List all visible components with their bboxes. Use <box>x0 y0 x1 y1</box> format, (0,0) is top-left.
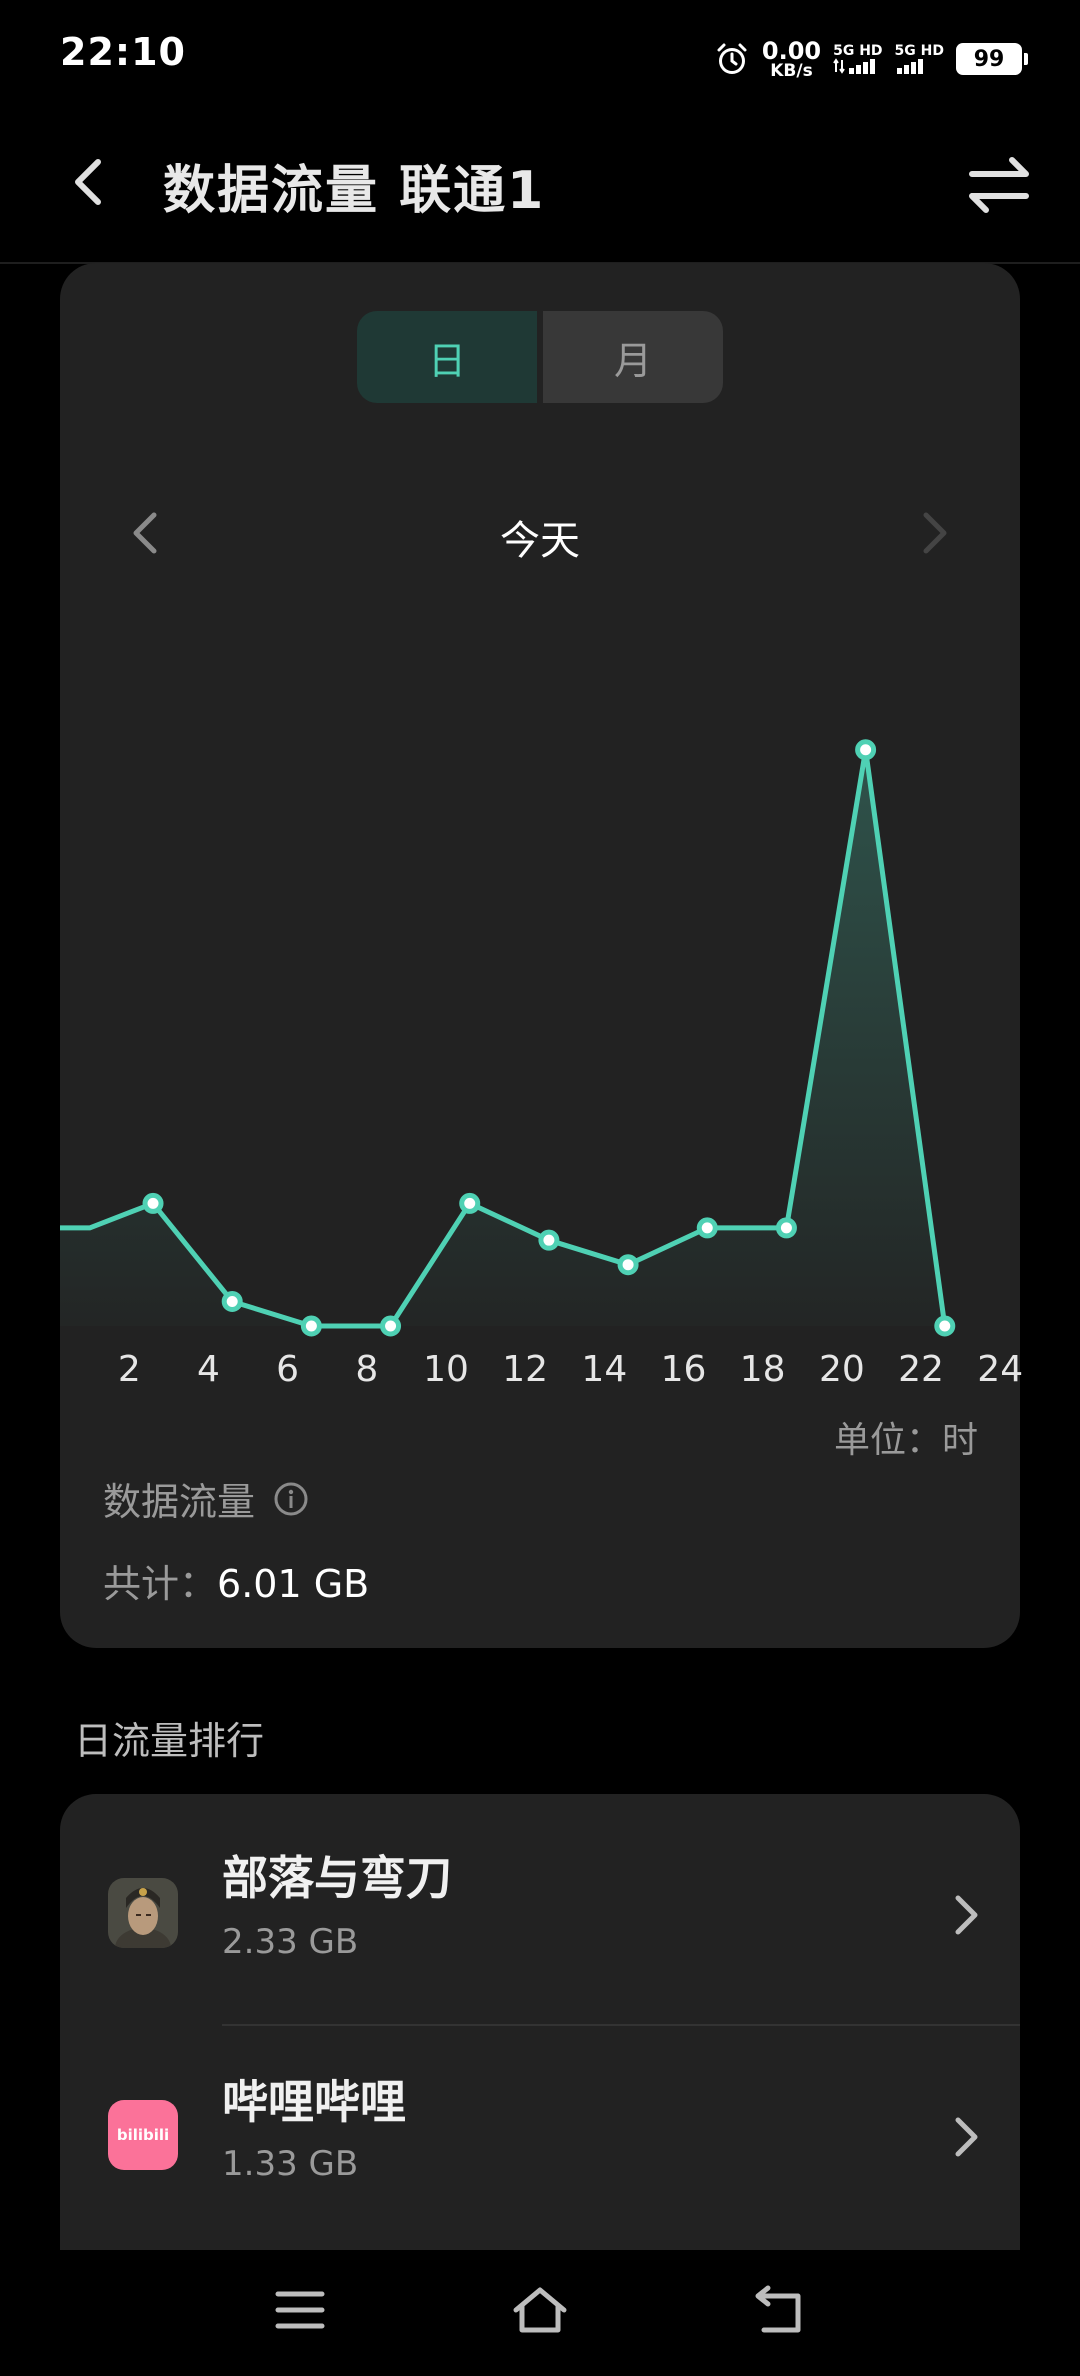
chart-point <box>300 1315 322 1337</box>
app-header: 数据流量 联通1 <box>0 130 1080 240</box>
sim1-label: 5G HD <box>833 43 883 59</box>
x-tick-label: 18 <box>740 1349 786 1390</box>
chart-unit-label: 单位：时 <box>833 1420 978 1461</box>
sim1-signal: 5G HD <box>833 43 883 74</box>
network-speed: 0.00 KB/s <box>762 39 821 80</box>
x-tick-label: 20 <box>819 1349 865 1390</box>
sim2-signal: 5G HD <box>895 44 944 74</box>
chart-point <box>142 1192 164 1214</box>
chart-area-fill <box>60 749 945 1326</box>
switch-sim-icon[interactable] <box>964 150 1034 220</box>
status-time: 22:10 <box>60 30 186 74</box>
list-item-app-1[interactable]: 部落与弯刀 2.33 GB <box>60 1794 1020 2014</box>
x-tick-label: 22 <box>898 1349 944 1390</box>
x-tick-label: 4 <box>197 1349 220 1390</box>
chart-point <box>934 1315 956 1337</box>
bilibili-logo-text: bilibili <box>116 2126 170 2144</box>
app-name: 哔哩哔哩 <box>222 2075 406 2129</box>
chart-point <box>459 1192 481 1214</box>
app-name: 部落与弯刀 <box>222 1851 452 1905</box>
chart-point <box>617 1254 639 1276</box>
x-tick-label: 10 <box>423 1349 469 1390</box>
game-portrait-icon <box>108 1878 178 1948</box>
chevron-right-icon <box>955 2117 978 2157</box>
usage-line-chart: 2 4 6 8 10 12 14 16 18 20 22 24 <box>60 739 1023 1390</box>
home-icon[interactable] <box>510 2280 570 2340</box>
status-icons: 0.00 KB/s 5G HD 5G HD 99 <box>714 34 1028 84</box>
bilibili-icon: bilibili <box>108 2100 178 2170</box>
back-nav-icon[interactable] <box>750 2280 810 2340</box>
app-ranking-list: 部落与弯刀 2.33 GB bilibili 哔哩哔哩 1.33 GB <box>60 1794 1020 2254</box>
x-tick-label: 16 <box>661 1349 707 1390</box>
alarm-icon <box>717 43 747 74</box>
system-nav-bar <box>0 2250 1080 2376</box>
traffic-title: 数据流量 <box>103 1471 309 1526</box>
usage-chart-card: 日 月 今天 2 4 6 8 10 12 14 16 18 20 22 24 单位：时 数据流量 共计… <box>60 263 1023 1648</box>
chart-point <box>775 1217 797 1239</box>
ranking-section-title: 日流量排行 <box>74 1719 265 1763</box>
page-title: 数据流量 联通1 <box>163 161 546 221</box>
list-item-app-2[interactable]: bilibili 哔哩哔哩 1.33 GB <box>60 2026 1020 2246</box>
chart-point <box>380 1315 402 1337</box>
info-icon[interactable] <box>273 1481 309 1517</box>
signal-bars-icon <box>833 58 876 74</box>
total-usage: 共计：6.01 GB <box>103 1553 369 1608</box>
x-tick-label: 6 <box>276 1349 299 1390</box>
signal-bars-icon <box>896 59 923 74</box>
x-tick-label: 14 <box>581 1349 627 1390</box>
chevron-right-icon <box>955 1895 978 1935</box>
x-tick-label: 24 <box>977 1349 1023 1390</box>
total-label: 共计： <box>103 1562 218 1606</box>
total-value: 6.01 GB <box>217 1562 370 1606</box>
x-tick-label: 12 <box>502 1349 548 1390</box>
menu-icon[interactable] <box>270 2280 330 2340</box>
x-tick-label: 2 <box>118 1349 141 1390</box>
back-arrow-icon[interactable] <box>60 152 120 212</box>
chart-point <box>855 739 877 761</box>
x-tick-label: 8 <box>355 1349 378 1390</box>
chart-point <box>538 1229 560 1251</box>
app-usage: 2.33 GB <box>222 1922 359 1962</box>
chart-point <box>221 1290 243 1312</box>
network-speed-value: 0.00 <box>761 36 822 65</box>
status-bar: 22:10 0.00 KB/s 5G HD 5G HD 99 <box>0 0 1080 110</box>
network-speed-unit: KB/s <box>770 60 813 81</box>
sim2-label: 5G HD <box>894 43 944 59</box>
battery-indicator: 99 <box>956 43 1028 75</box>
traffic-title-text: 数据流量 <box>103 1480 256 1524</box>
app-usage: 1.33 GB <box>222 2144 359 2184</box>
chart-point <box>696 1217 718 1239</box>
